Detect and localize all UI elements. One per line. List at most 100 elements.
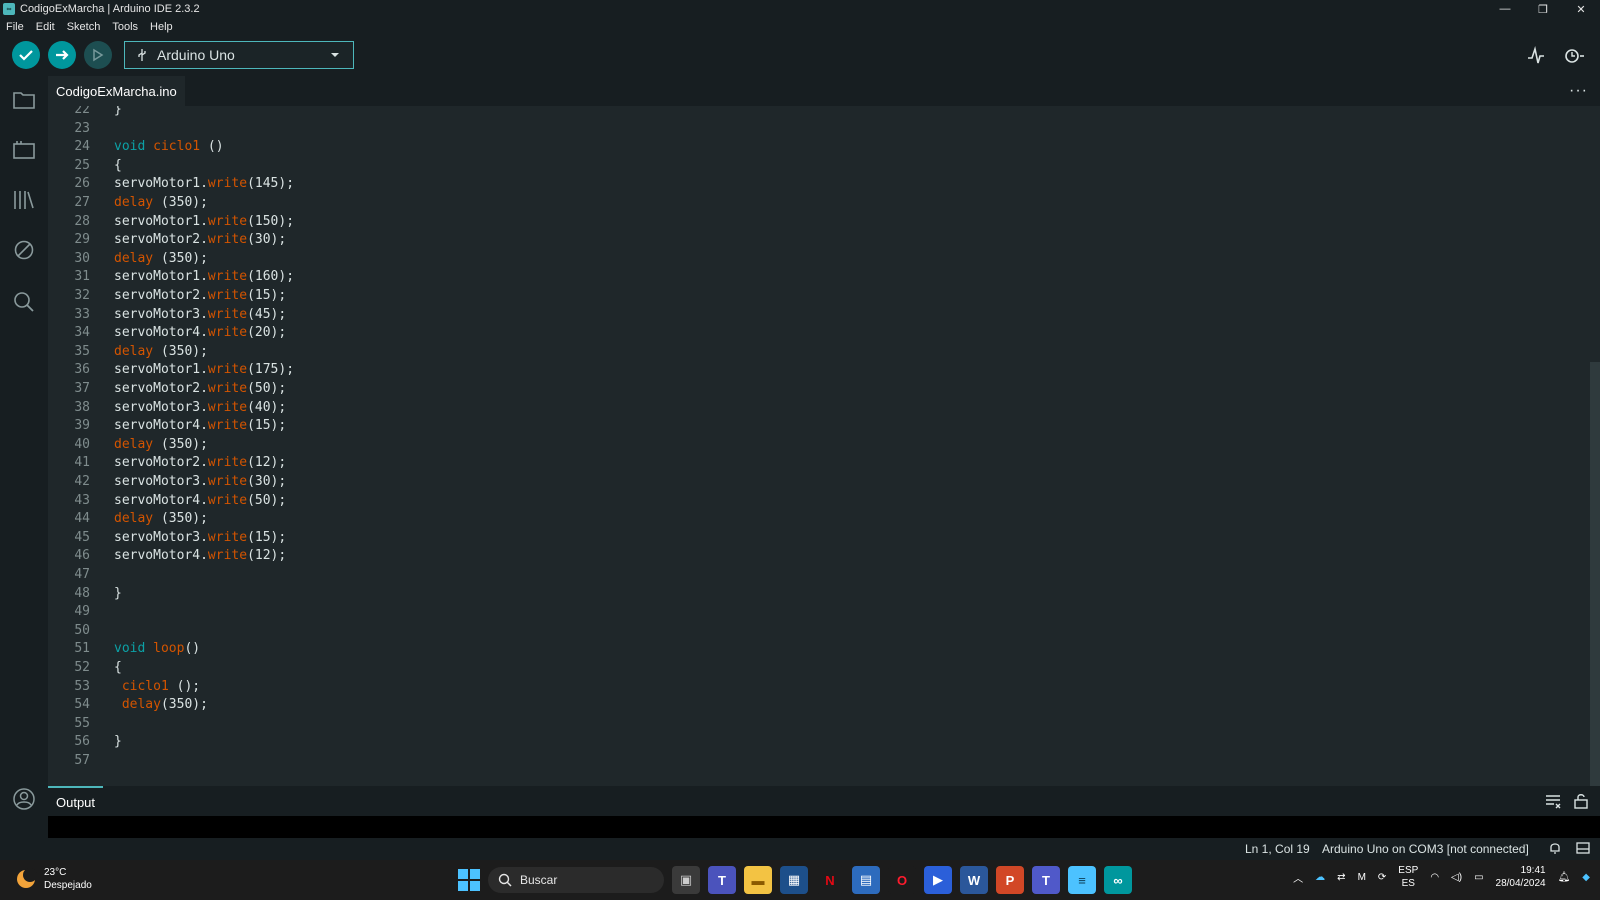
- bell-icon[interactable]: [1548, 841, 1562, 855]
- code-line[interactable]: 25 {: [48, 156, 1588, 175]
- code-line[interactable]: 39 servoMotor4.write(15);: [48, 416, 1588, 435]
- upload-button[interactable]: [48, 41, 76, 69]
- netflix-icon[interactable]: N: [816, 866, 844, 894]
- code-line[interactable]: 22}: [48, 106, 1588, 119]
- code-line[interactable]: 43 servoMotor4.write(50);: [48, 491, 1588, 510]
- powerpoint-icon[interactable]: P: [996, 866, 1024, 894]
- chevron-up-icon[interactable]: ︿: [1293, 870, 1303, 885]
- code-editor[interactable]: 22} 23 24 void ciclo1 () 25{26 servoMotor1.wr…: [48, 106, 1588, 786]
- sketchbook-button[interactable]: [12, 88, 36, 112]
- gmail-icon[interactable]: M: [1358, 872, 1366, 883]
- code-line[interactable]: 35 delay (350);: [48, 342, 1588, 361]
- restore-button[interactable]: ❐: [1524, 0, 1562, 18]
- calculator-icon[interactable]: ▤: [852, 866, 880, 894]
- toggle-panel-icon[interactable]: [1576, 841, 1590, 855]
- volume-icon[interactable]: ◁): [1451, 872, 1462, 883]
- code-line[interactable]: 30 delay (350);: [48, 249, 1588, 268]
- clock[interactable]: 19:41 28/04/2024: [1496, 864, 1546, 890]
- weather-widget[interactable]: 23°C Despejado: [14, 866, 92, 892]
- word-icon[interactable]: W: [960, 866, 988, 894]
- close-button[interactable]: ✕: [1562, 0, 1600, 18]
- more-options-button[interactable]: ···: [1569, 82, 1588, 100]
- editor-scrollbar[interactable]: [1588, 106, 1600, 786]
- notepad-icon[interactable]: ≡: [1068, 866, 1096, 894]
- code-line[interactable]: 53 ciclo1 ();: [48, 677, 1588, 696]
- serial-monitor-button[interactable]: [1562, 44, 1586, 68]
- code-line[interactable]: 41 servoMotor2.write(12);: [48, 453, 1588, 472]
- code-line[interactable]: 37 servoMotor2.write(50);: [48, 379, 1588, 398]
- wifi-icon[interactable]: ◠: [1430, 872, 1439, 883]
- code-line[interactable]: 51 void loop(): [48, 639, 1588, 658]
- task-view-icon[interactable]: ▣: [672, 866, 700, 894]
- file-explorer-icon[interactable]: ▬: [744, 866, 772, 894]
- code-line[interactable]: 55: [48, 714, 1588, 733]
- opera-icon[interactable]: O: [888, 866, 916, 894]
- boards-manager-button[interactable]: [12, 138, 36, 162]
- code-line[interactable]: 36 servoMotor1.write(175);: [48, 360, 1588, 379]
- search-sidebar-button[interactable]: [12, 290, 36, 314]
- debug-sidebar-button[interactable]: [12, 238, 36, 262]
- teams-icon[interactable]: T: [708, 866, 736, 894]
- store-icon[interactable]: ▦: [780, 866, 808, 894]
- notification-bell-icon[interactable]: 🔔︎: [1558, 872, 1571, 883]
- serial-plotter-icon: [1528, 46, 1544, 64]
- media-player-icon[interactable]: ▶: [924, 866, 952, 894]
- code-line[interactable]: 40 delay (350);: [48, 435, 1588, 454]
- network-switch-icon[interactable]: ⇄: [1337, 872, 1345, 883]
- code-line[interactable]: 32 servoMotor2.write(15);: [48, 286, 1588, 305]
- code-line[interactable]: 31 servoMotor1.write(160);: [48, 267, 1588, 286]
- tab-codigoexmarcha[interactable]: CodigoExMarcha.ino: [48, 76, 185, 106]
- arduino-taskbar-icon[interactable]: ∞: [1104, 866, 1132, 894]
- code-line[interactable]: 28 servoMotor1.write(150);: [48, 212, 1588, 231]
- code-line[interactable]: 33 servoMotor3.write(45);: [48, 305, 1588, 324]
- code-line[interactable]: 44 delay (350);: [48, 509, 1588, 528]
- taskbar-search[interactable]: Buscar: [488, 867, 664, 893]
- language-indicator[interactable]: ESP ES: [1398, 864, 1418, 890]
- menu-edit[interactable]: Edit: [30, 21, 61, 33]
- code-line[interactable]: 49: [48, 602, 1588, 621]
- battery-icon[interactable]: ▭: [1474, 872, 1483, 883]
- code-line[interactable]: 54 delay(350);: [48, 695, 1588, 714]
- menu-tools[interactable]: Tools: [106, 21, 144, 33]
- code-line[interactable]: 27 delay (350);: [48, 193, 1588, 212]
- board-selector[interactable]: Arduino Uno: [124, 41, 354, 69]
- code-line[interactable]: 46 servoMotor4.write(12);: [48, 546, 1588, 565]
- board-status[interactable]: Arduino Uno on COM3 [not connected]: [1322, 842, 1529, 856]
- activity-sidebar: [0, 76, 48, 860]
- debug-button[interactable]: [84, 41, 112, 69]
- account-button[interactable]: [12, 787, 36, 811]
- copilot-icon[interactable]: ◆: [1582, 872, 1590, 883]
- code-line[interactable]: 48}: [48, 584, 1588, 603]
- code-line[interactable]: 50: [48, 621, 1588, 640]
- code-text: servoMotor2.write(15);: [114, 288, 287, 303]
- code-line[interactable]: 23: [48, 119, 1588, 138]
- clear-output-icon[interactable]: [1544, 792, 1562, 810]
- windows-start-icon[interactable]: [458, 869, 480, 891]
- code-line[interactable]: 57: [48, 751, 1588, 770]
- code-line[interactable]: 47: [48, 565, 1588, 584]
- scrollbar-thumb[interactable]: [1590, 362, 1600, 786]
- menu-file[interactable]: File: [0, 21, 30, 33]
- code-line[interactable]: 34 servoMotor4.write(20);: [48, 323, 1588, 342]
- onedrive-icon[interactable]: ☁: [1315, 872, 1325, 883]
- code-line[interactable]: 56}: [48, 732, 1588, 751]
- editor-tabs: CodigoExMarcha.ino ···: [48, 76, 1600, 106]
- serial-plotter-button[interactable]: [1524, 44, 1548, 68]
- menu-sketch[interactable]: Sketch: [61, 21, 107, 33]
- code-line[interactable]: 52 {: [48, 658, 1588, 677]
- menu-help[interactable]: Help: [144, 21, 179, 33]
- sync-icon[interactable]: ⟳: [1378, 872, 1386, 883]
- code-line[interactable]: 26 servoMotor1.write(145);: [48, 174, 1588, 193]
- lock-icon[interactable]: [1572, 792, 1590, 810]
- verify-button[interactable]: [12, 41, 40, 69]
- library-manager-button[interactable]: [12, 188, 36, 212]
- output-console[interactable]: [48, 816, 1600, 838]
- minimize-button[interactable]: —: [1486, 0, 1524, 18]
- code-line[interactable]: 38 servoMotor3.write(40);: [48, 398, 1588, 417]
- tab-output[interactable]: Output: [48, 786, 104, 816]
- code-line[interactable]: 24 void ciclo1 (): [48, 137, 1588, 156]
- code-line[interactable]: 45 servoMotor3.write(15);: [48, 528, 1588, 547]
- code-line[interactable]: 42 servoMotor3.write(30);: [48, 472, 1588, 491]
- code-line[interactable]: 29 servoMotor2.write(30);: [48, 230, 1588, 249]
- teams-work-icon[interactable]: T: [1032, 866, 1060, 894]
